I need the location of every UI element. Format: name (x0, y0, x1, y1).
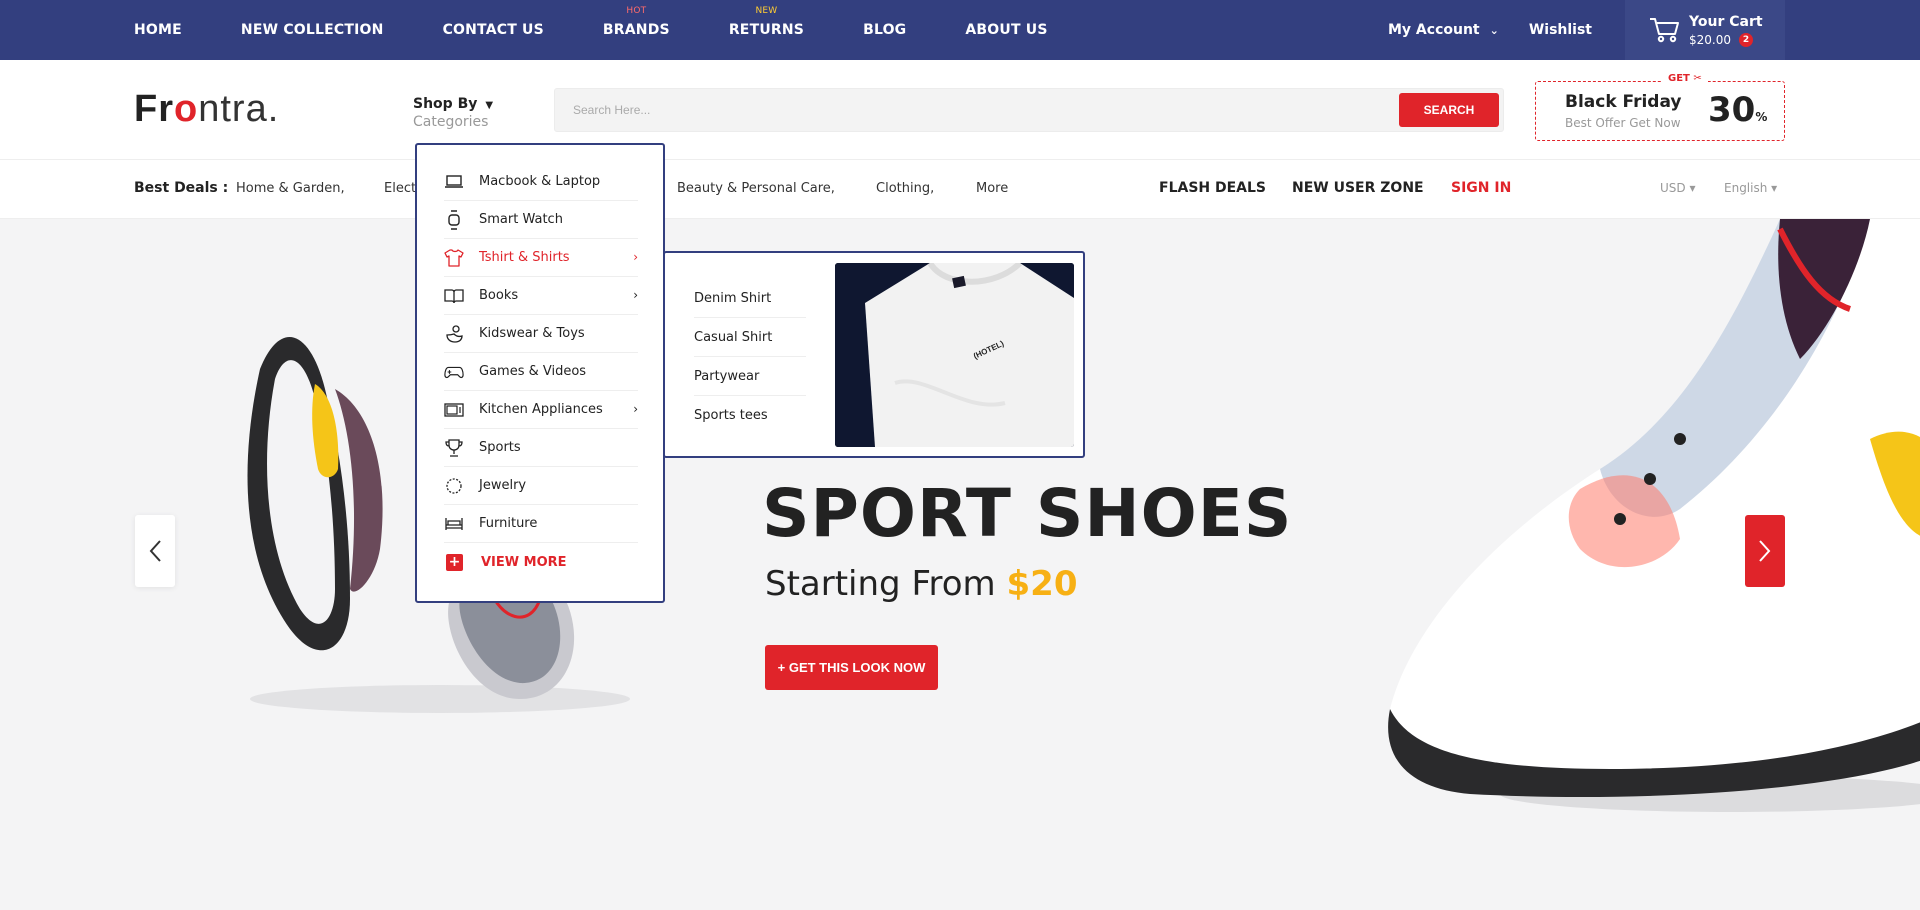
category-item-kidswear[interactable]: Kidswear & Toys (444, 315, 638, 353)
sneaker-hero-image (1388, 219, 1920, 812)
hero-price: $20 (1006, 564, 1078, 604)
best-deals-label: Best Deals : (134, 180, 229, 196)
cart-count-badge: 2 (1739, 32, 1753, 47)
category-item-kitchen[interactable]: Kitchen Appliances › (444, 391, 638, 429)
chevron-left-icon (149, 540, 161, 562)
chevron-right-icon: › (633, 288, 638, 302)
promo-value: 30% (1708, 90, 1768, 130)
category-item-smart-watch[interactable]: Smart Watch (444, 201, 638, 239)
deal-link-more[interactable]: More (976, 181, 1008, 196)
search-button[interactable]: SEARCH (1399, 93, 1499, 127)
caret-down-icon: ▾ (1689, 181, 1696, 195)
hero-subtitle: Starting From $20 (765, 564, 1078, 604)
trophy-icon (444, 438, 464, 458)
laptop-icon (444, 172, 464, 192)
category-item-jewelry[interactable]: Jewelry (444, 467, 638, 505)
header: Frontra. Shop By ▼ Categories SEARCH GET … (0, 60, 1920, 160)
category-item-books[interactable]: Books › (444, 277, 638, 315)
deal-link-home-garden[interactable]: Home & Garden, (236, 181, 345, 196)
submenu-item-casual-shirt[interactable]: Casual Shirt (694, 318, 806, 357)
caret-down-icon: ▾ (1771, 181, 1778, 195)
deal-link-electronics[interactable]: Elect (384, 181, 416, 196)
hot-badge: HOT (626, 6, 647, 16)
deal-link-beauty[interactable]: Beauty & Personal Care, (677, 181, 835, 196)
category-list: Macbook & Laptop Smart Watch Tshirt & Sh… (444, 163, 638, 581)
promo-subtitle: Best Offer Get Now (1565, 116, 1681, 130)
search-input[interactable] (555, 89, 1375, 131)
nav-new-collection[interactable]: NEW COLLECTION (241, 22, 384, 38)
chevron-right-icon: › (633, 402, 638, 416)
category-item-tshirts[interactable]: Tshirt & Shirts › (444, 239, 638, 277)
chevron-right-icon (1759, 540, 1771, 562)
view-more-button[interactable]: + VIEW MORE (444, 543, 638, 581)
nav-about-us[interactable]: ABOUT US (965, 22, 1047, 38)
logo[interactable]: Frontra. (134, 88, 279, 131)
nav-contact-us[interactable]: CONTACT US (443, 22, 544, 38)
submenu-item-sports-tees[interactable]: Sports tees (694, 396, 806, 435)
shop-by-categories-toggle[interactable]: Shop By ▼ Categories (413, 96, 493, 130)
tshirt-icon (444, 248, 464, 268)
sign-in-link[interactable]: SIGN IN (1451, 180, 1511, 196)
toy-icon (444, 324, 464, 344)
slider-next-button[interactable] (1745, 515, 1785, 587)
category-item-laptop[interactable]: Macbook & Laptop (444, 163, 638, 201)
categories-label: Categories (413, 114, 489, 130)
tshirt-promo-image[interactable]: (HOTEL) (835, 263, 1074, 447)
book-icon (444, 286, 464, 306)
language-select[interactable]: English ▾ (1724, 181, 1777, 195)
tshirts-submenu: Denim Shirt Casual Shirt Partywear Sport… (663, 251, 1085, 458)
hero-title: SPORT SHOES (762, 475, 1293, 552)
necklace-icon (444, 476, 464, 496)
cart-icon (1650, 18, 1679, 43)
flash-deals-link[interactable]: FLASH DEALS (1159, 180, 1266, 196)
plus-icon: + (446, 553, 463, 571)
top-nav: HOME NEW COLLECTION CONTACT US HOT BRAND… (134, 0, 1107, 60)
my-account-label: My Account (1388, 22, 1480, 38)
wishlist-link[interactable]: Wishlist (1529, 22, 1592, 38)
nav-home[interactable]: HOME (134, 22, 182, 38)
deal-link-clothing[interactable]: Clothing, (876, 181, 934, 196)
get-this-look-button[interactable]: + GET THIS LOOK NOW (765, 645, 938, 690)
chevron-down-icon: ▼ (485, 100, 494, 111)
new-user-zone-link[interactable]: NEW USER ZONE (1292, 180, 1424, 196)
watch-icon (444, 209, 464, 230)
my-account-menu[interactable]: My Account ⌄ (1388, 22, 1499, 38)
best-deals-bar: Best Deals : Home & Garden, Elect Beauty… (0, 161, 1920, 219)
chevron-down-icon: ⌄ (1489, 23, 1499, 37)
submenu-item-partywear[interactable]: Partywear (694, 357, 806, 396)
gamepad-icon (444, 362, 464, 382)
currency-select[interactable]: USD ▾ (1660, 181, 1696, 195)
slider-prev-button[interactable] (135, 515, 175, 587)
chevron-right-icon: › (633, 250, 638, 264)
category-item-sports[interactable]: Sports (444, 429, 638, 467)
submenu-item-denim-shirt[interactable]: Denim Shirt (694, 279, 806, 318)
tshirt-image: (HOTEL) (835, 263, 1074, 447)
top-bar: HOME NEW COLLECTION CONTACT US HOT BRAND… (0, 0, 1920, 60)
nav-returns[interactable]: NEW RETURNS (729, 6, 804, 38)
microwave-icon (444, 400, 464, 420)
scissors-icon: ✂ (1693, 73, 1702, 84)
promo-title: Black Friday (1565, 92, 1682, 112)
cart-button[interactable]: Your Cart $20.00 2 (1625, 0, 1785, 60)
shop-by-label: Shop By (413, 96, 478, 112)
black-friday-promo[interactable]: GET ✂ Black Friday Best Offer Get Now 30… (1535, 73, 1785, 141)
cart-title: Your Cart (1689, 13, 1763, 30)
category-item-furniture[interactable]: Furniture (444, 505, 638, 543)
nav-blog[interactable]: BLOG (863, 22, 906, 38)
bed-icon (444, 514, 464, 534)
promo-get-label: GET ✂ (1662, 73, 1708, 84)
category-item-games[interactable]: Games & Videos (444, 353, 638, 391)
search-bar: SEARCH (554, 88, 1504, 132)
top-right: My Account ⌄ Wishlist Your Cart $20.00 2 (1388, 0, 1920, 60)
nav-brands[interactable]: HOT BRANDS (603, 6, 670, 38)
submenu-list: Denim Shirt Casual Shirt Partywear Sport… (694, 279, 806, 435)
new-badge: NEW (755, 6, 778, 16)
categories-dropdown: Macbook & Laptop Smart Watch Tshirt & Sh… (415, 143, 665, 603)
cart-amount: $20.00 (1689, 32, 1731, 47)
